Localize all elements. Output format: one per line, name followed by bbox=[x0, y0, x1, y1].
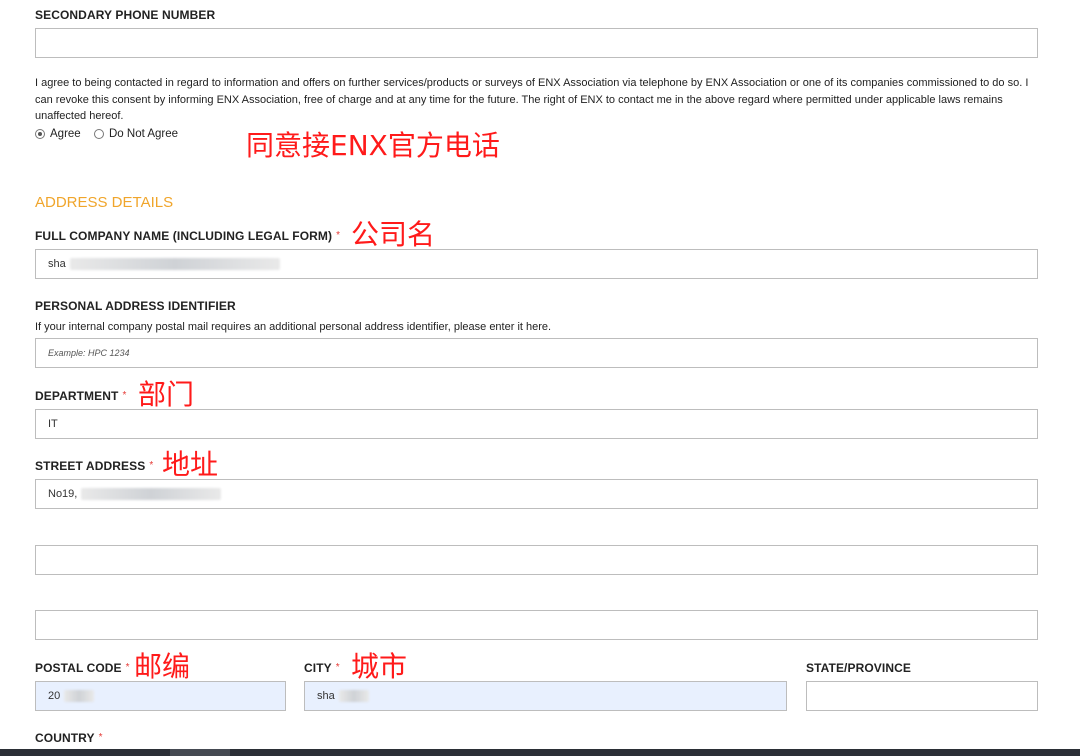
state-input[interactable] bbox=[806, 681, 1038, 711]
postal-input[interactable]: 20 bbox=[35, 681, 286, 711]
annotation-phone: 同意接ENX官方电话 bbox=[246, 129, 500, 162]
city-label: CITY * bbox=[304, 661, 340, 675]
department-input[interactable]: IT bbox=[35, 409, 1038, 439]
city-input[interactable]: sha bbox=[304, 681, 787, 711]
country-label-text: COUNTRY bbox=[35, 731, 95, 745]
redacted-text bbox=[64, 690, 95, 702]
annotation-company: 公司名 bbox=[351, 218, 436, 251]
disagree-radio[interactable]: Do Not Agree bbox=[94, 128, 178, 140]
redacted-text bbox=[338, 690, 369, 702]
redacted-text bbox=[81, 488, 222, 500]
company-value: sha bbox=[48, 258, 66, 270]
redacted-text bbox=[69, 258, 280, 270]
disagree-label: Do Not Agree bbox=[109, 128, 179, 140]
secondary-phone-label: SECONDARY PHONE NUMBER bbox=[35, 8, 216, 22]
city-value: sha bbox=[317, 690, 335, 702]
required-marker: * bbox=[335, 662, 340, 673]
agree-radio-dot[interactable] bbox=[35, 129, 45, 139]
annotation-street: 地址 bbox=[162, 448, 219, 481]
bottom-bar bbox=[0, 749, 1080, 756]
department-label-text: DEPARTMENT bbox=[35, 389, 119, 403]
consent-text: I agree to being contacted in regard to … bbox=[35, 77, 1029, 122]
state-label: STATE/PROVINCE bbox=[806, 661, 911, 675]
required-marker: * bbox=[149, 460, 154, 471]
personal-id-input[interactable]: Example: HPC 1234 bbox=[35, 338, 1038, 368]
bottom-bar-segment bbox=[170, 749, 230, 756]
street-label-text: STREET ADDRESS bbox=[35, 459, 146, 473]
required-marker: * bbox=[125, 662, 130, 673]
required-marker: * bbox=[122, 390, 127, 401]
postal-value: 20 bbox=[48, 690, 61, 702]
street-input-line1[interactable]: No19, bbox=[35, 479, 1038, 509]
city-label-text: CITY bbox=[304, 661, 332, 675]
street-input-line2[interactable] bbox=[35, 545, 1038, 575]
annotation-city: 城市 bbox=[351, 650, 408, 683]
street-input-line3[interactable] bbox=[35, 610, 1038, 640]
company-label-text: FULL COMPANY NAME (INCLUDING LEGAL FORM) bbox=[35, 229, 333, 243]
street-value: No19, bbox=[48, 488, 78, 500]
company-label: FULL COMPANY NAME (INCLUDING LEGAL FORM)… bbox=[35, 229, 340, 243]
department-label: DEPARTMENT * bbox=[35, 389, 126, 403]
required-marker: * bbox=[336, 230, 341, 241]
address-section-title: ADDRESS DETAILS bbox=[35, 194, 174, 211]
required-marker: * bbox=[98, 732, 103, 743]
personal-id-help: If your internal company postal mail req… bbox=[35, 321, 552, 333]
country-label: COUNTRY * bbox=[35, 731, 103, 745]
street-label: STREET ADDRESS * bbox=[35, 459, 153, 473]
postal-label: POSTAL CODE * bbox=[35, 661, 130, 675]
annotation-department: 部门 bbox=[138, 378, 195, 411]
postal-label-text: POSTAL CODE bbox=[35, 661, 122, 675]
disagree-radio-dot[interactable] bbox=[94, 129, 104, 139]
annotation-postal: 邮编 bbox=[134, 650, 191, 683]
agree-radio[interactable]: Agree bbox=[35, 128, 81, 140]
personal-id-placeholder: Example: HPC 1234 bbox=[48, 348, 130, 358]
agree-label: Agree bbox=[50, 128, 81, 140]
company-input[interactable]: sha bbox=[35, 249, 1038, 279]
personal-id-label: PERSONAL ADDRESS IDENTIFIER bbox=[35, 299, 236, 313]
secondary-phone-input[interactable] bbox=[35, 28, 1038, 58]
